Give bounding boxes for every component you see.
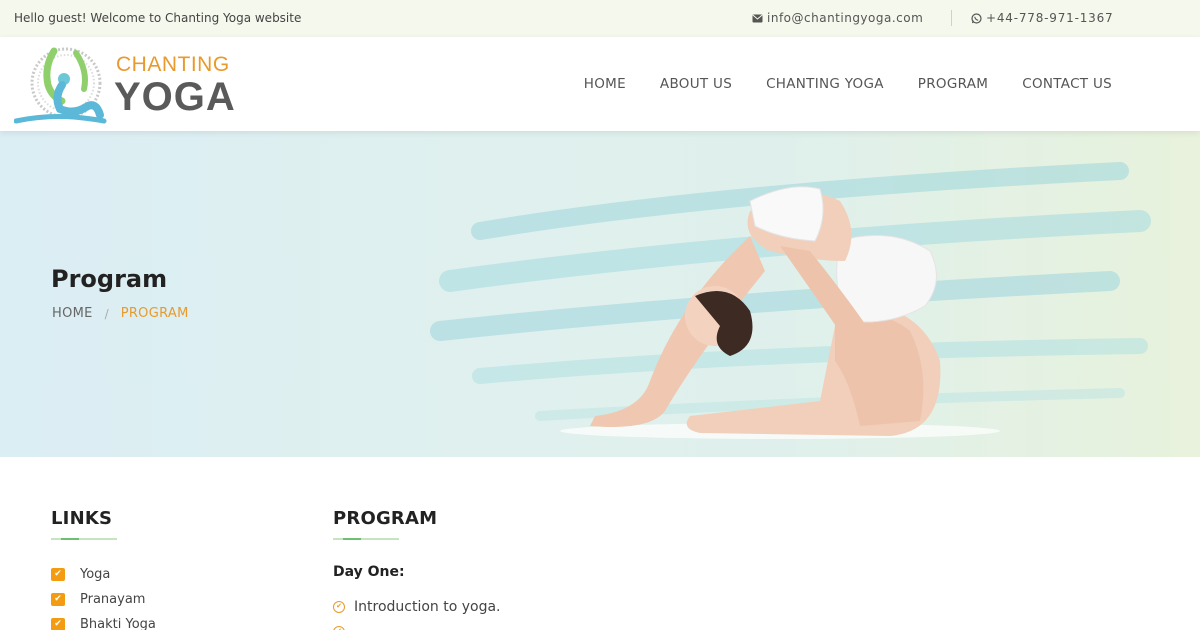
top-bar: Hello guest! Welcome to Chanting Yoga we…	[0, 0, 1200, 37]
site-logo[interactable]: CHANTING YOGA	[14, 45, 235, 125]
nav-home[interactable]: HOME	[584, 76, 626, 92]
breadcrumb-separator: /	[104, 306, 109, 321]
breadcrumb: HOME / PROGRAM	[52, 306, 189, 321]
program-heading: PROGRAM	[333, 508, 438, 529]
links-heading: LINKS	[51, 508, 113, 529]
list-item: ✔	[333, 619, 933, 630]
yoga-pose-banner-image	[430, 162, 1151, 439]
list-item[interactable]: ✔ Pranayam	[51, 587, 291, 612]
circle-check-icon: ✔	[333, 625, 345, 630]
nav-program[interactable]: PROGRAM	[918, 76, 988, 92]
page-title: Program	[51, 265, 168, 293]
breadcrumb-home[interactable]: HOME	[52, 306, 93, 321]
page-banner: Program HOME / PROGRAM	[0, 131, 1200, 457]
nav-about-us[interactable]: ABOUT US	[660, 76, 732, 92]
email-text: info@chantingyoga.com	[767, 11, 924, 25]
topbar-divider	[951, 10, 952, 26]
circle-check-icon: ✔	[333, 600, 345, 613]
underline-accent	[343, 538, 361, 540]
links-sidebar: LINKS ✔ Yoga ✔ Pranayam ✔ Bhakti Yoga	[51, 508, 291, 630]
links-heading-underline	[51, 538, 117, 540]
link-bhakti-yoga[interactable]: Bhakti Yoga	[80, 617, 156, 630]
program-heading-underline	[333, 538, 399, 540]
yoga-pose-logo-icon	[14, 47, 107, 124]
program-item-text: Introduction to yoga.	[354, 598, 501, 615]
program-list: ✔ Introduction to yoga. ✔	[333, 594, 933, 630]
checkbox-check-icon: ✔	[51, 568, 65, 581]
logo-text-chanting: CHANTING	[116, 53, 230, 76]
program-section: PROGRAM Day One: ✔ Introduction to yoga.…	[333, 508, 933, 630]
list-item[interactable]: ✔ Yoga	[51, 562, 291, 587]
nav-chanting-yoga[interactable]: CHANTING YOGA	[766, 76, 884, 92]
checkbox-check-icon: ✔	[51, 593, 65, 606]
main-nav: HOME ABOUT US CHANTING YOGA PROGRAM CONT…	[584, 76, 1112, 92]
checkbox-check-icon: ✔	[51, 618, 65, 630]
phone-text: +44-778-971-1367	[986, 11, 1114, 25]
list-item[interactable]: ✔ Bhakti Yoga	[51, 612, 291, 630]
links-list: ✔ Yoga ✔ Pranayam ✔ Bhakti Yoga	[51, 562, 291, 630]
site-header: CHANTING YOGA HOME ABOUT US CHANTING YOG…	[0, 37, 1200, 131]
link-pranayam[interactable]: Pranayam	[80, 592, 145, 607]
welcome-text: Hello guest! Welcome to Chanting Yoga we…	[14, 11, 302, 25]
underline-accent	[61, 538, 79, 540]
envelope-icon	[752, 14, 763, 22]
email-link[interactable]: info@chantingyoga.com	[752, 11, 923, 25]
link-yoga[interactable]: Yoga	[80, 567, 110, 582]
breadcrumb-current: PROGRAM	[120, 306, 189, 321]
list-item: ✔ Introduction to yoga.	[333, 594, 933, 619]
phone-link[interactable]: +44-778-971-1367	[971, 11, 1113, 25]
nav-contact-us[interactable]: CONTACT US	[1022, 76, 1112, 92]
logo-text-yoga: YOGA	[114, 75, 236, 119]
day-one-title: Day One:	[333, 564, 405, 580]
whatsapp-icon	[971, 12, 982, 24]
